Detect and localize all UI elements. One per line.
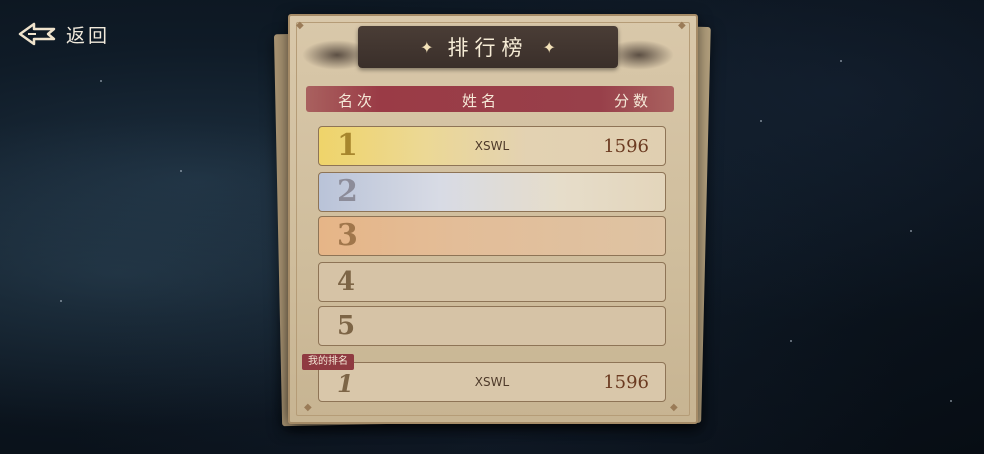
corner-ornament-icon: ◆ <box>304 402 312 413</box>
my-player-score: 1596 <box>603 372 649 393</box>
star <box>950 400 952 402</box>
corner-ornament-icon: ◆ <box>678 20 686 31</box>
column-header-name: 姓名 <box>462 92 501 110</box>
star <box>60 300 62 302</box>
star <box>840 60 842 62</box>
column-header-score: 分数 <box>614 92 653 110</box>
star <box>100 80 102 82</box>
leaderboard-row-5: 5 <box>318 306 666 346</box>
column-header-rank: 名次 <box>338 92 377 110</box>
corner-ornament-icon: ◆ <box>670 402 678 413</box>
leaderboard-row-2: 2 <box>318 172 666 212</box>
star <box>760 120 762 122</box>
leaderboard-row-1: 1 XSWL 1596 <box>318 126 666 166</box>
star <box>910 230 912 232</box>
corner-ornament-icon: ◆ <box>296 20 304 31</box>
rank-number: 2 <box>337 174 358 209</box>
leaderboard-row-4: 4 <box>318 262 666 302</box>
sparkle-icon: ✦ <box>420 37 434 57</box>
back-button[interactable]: 返回 <box>18 18 110 50</box>
my-rank-tag: 我的排名 <box>302 354 354 370</box>
my-rank-row: 1 XSWL 1596 <box>318 362 666 402</box>
leaderboard-row-3: 3 <box>318 216 666 256</box>
leaderboard-title: 排行榜 <box>447 36 529 60</box>
rank-number: 4 <box>337 267 356 297</box>
rank-number: 3 <box>337 218 358 253</box>
star <box>180 170 182 172</box>
player-score: 1596 <box>603 136 649 157</box>
rank-number: 5 <box>337 311 356 341</box>
star <box>790 340 792 342</box>
back-label: 返回 <box>66 24 111 47</box>
sparkle-icon: ✦ <box>542 37 556 57</box>
back-arrow-icon <box>18 20 58 48</box>
title-banner: ✦ 排行榜 ✦ <box>358 26 618 68</box>
